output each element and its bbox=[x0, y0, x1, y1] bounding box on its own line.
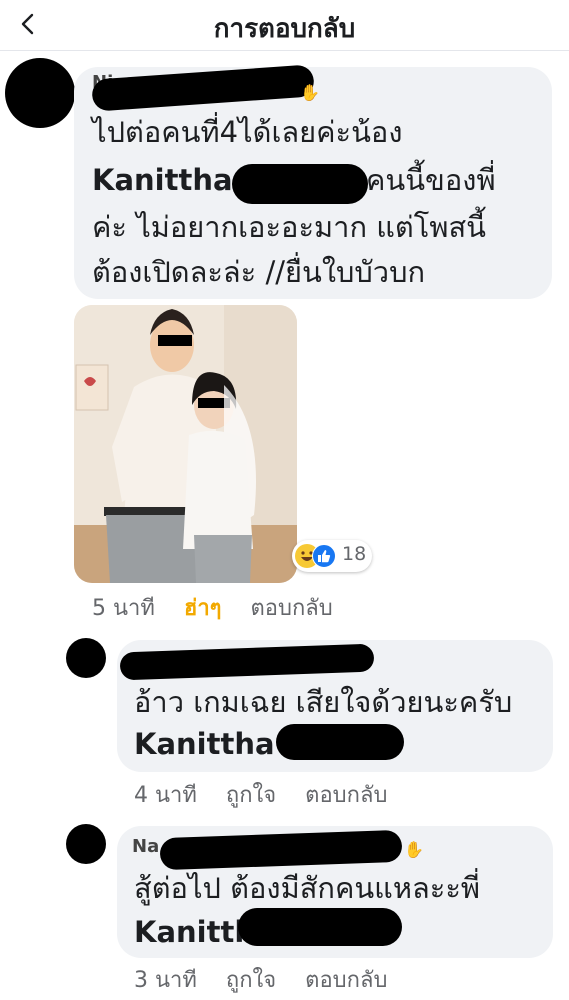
like-reaction-icon bbox=[312, 544, 336, 568]
reaction-summary[interactable]: 18 bbox=[292, 540, 372, 572]
comment-actions: 3 นาที ถูกใจ ตอบกลับ bbox=[134, 962, 409, 997]
comment-text: ค่ะ ไม่อยากเอะอะมาก แต่โพสนี้ bbox=[92, 210, 486, 244]
reply-button[interactable]: ตอบกลับ bbox=[305, 968, 387, 993]
wave-icon: ✋ bbox=[300, 83, 320, 102]
wave-icon: ✋ bbox=[404, 840, 424, 859]
photo-image bbox=[74, 305, 297, 583]
timestamp: 4 นาที bbox=[134, 783, 197, 808]
reaction-count: 18 bbox=[342, 543, 367, 565]
comment-text: ต้องเปิดละล่ะ //ยื่นใบบัวบก bbox=[92, 255, 426, 289]
comment-text: ไปต่อคนที่4ได้เลยค่ะน้อง bbox=[92, 115, 403, 149]
like-button[interactable]: ถูกใจ bbox=[226, 783, 276, 808]
comment-text: คนนี้ของพี่ bbox=[366, 163, 496, 197]
timestamp: 3 นาที bbox=[134, 968, 197, 993]
top-bar: การตอบกลับ bbox=[0, 0, 569, 51]
comment-text: อ้าว เกมเฉย เสียใจด้วยนะครับ bbox=[134, 685, 513, 719]
mention-tag[interactable]: Kanittha bbox=[92, 163, 233, 197]
comment-actions: 5 นาที ฮ่าๆ ตอบกลับ bbox=[92, 590, 355, 625]
comment-text: สู้ต่อไป ต้องมีสักคนแหละะพี่ bbox=[134, 871, 481, 905]
comment-text: Kanittha bbox=[134, 722, 275, 766]
reply-button[interactable]: ตอบกลับ bbox=[251, 596, 333, 621]
reply-button[interactable]: ตอบกลับ bbox=[305, 783, 387, 808]
avatar[interactable] bbox=[66, 638, 106, 678]
timestamp: 5 นาที bbox=[92, 596, 155, 621]
comment-text: Kanittha bbox=[92, 158, 233, 202]
mention-tag[interactable]: Kanittha bbox=[134, 727, 275, 761]
redaction-mark bbox=[232, 164, 368, 204]
like-button[interactable]: ถูกใจ bbox=[226, 968, 276, 993]
page-title: การตอบกลับ bbox=[213, 14, 356, 44]
reaction-button[interactable]: ฮ่าๆ bbox=[184, 596, 222, 621]
avatar[interactable] bbox=[66, 824, 106, 864]
attached-photo[interactable] bbox=[74, 305, 297, 583]
commenter-name[interactable]: Na bbox=[132, 836, 159, 857]
comment-actions: 4 นาที ถูกใจ ตอบกลับ bbox=[134, 777, 409, 812]
redaction-mark bbox=[238, 908, 402, 946]
avatar[interactable] bbox=[5, 58, 75, 128]
redaction-mark bbox=[276, 724, 404, 760]
